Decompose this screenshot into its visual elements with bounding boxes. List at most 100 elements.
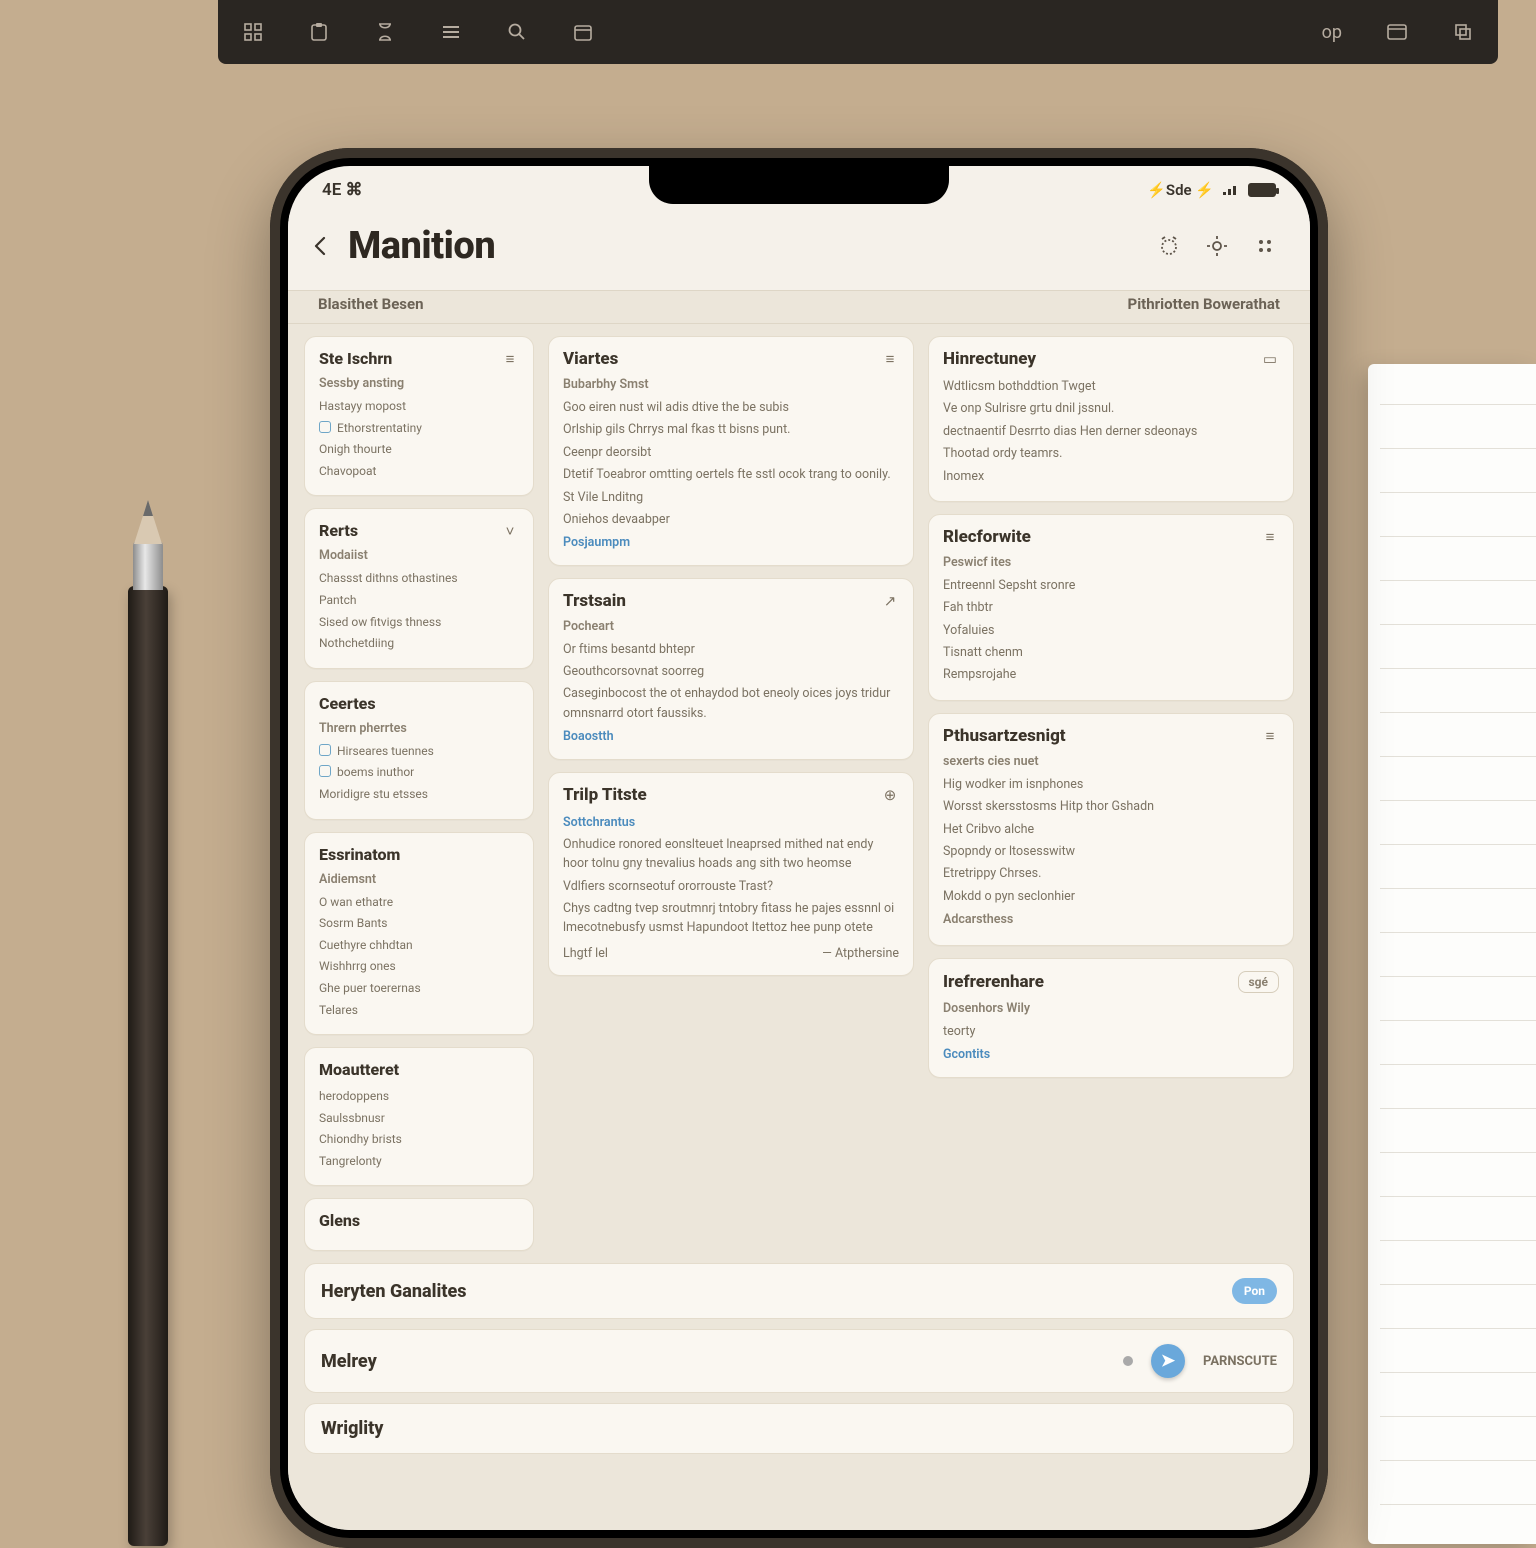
card-subtitle: Pocheart bbox=[563, 619, 899, 634]
card[interactable]: Ste Ischrn≡Sessby anstingHastayy mopostE… bbox=[304, 336, 534, 496]
card-subtitle: Modaiist bbox=[319, 548, 519, 563]
card-link[interactable]: Sottchrantus bbox=[563, 813, 899, 832]
card-line: Worsst skersstosms Hitp thor Gshadn bbox=[943, 797, 1154, 816]
toolbar-calendar-icon[interactable] bbox=[572, 21, 594, 43]
card[interactable]: Rlecforwite≡Peswicf itesEntreennl Sepsht… bbox=[928, 514, 1294, 701]
pill-button[interactable]: Pon bbox=[1232, 1278, 1277, 1304]
card-line: boems inuthor bbox=[337, 763, 414, 782]
card-line: Inomex bbox=[943, 467, 984, 486]
checkbox-icon[interactable] bbox=[319, 765, 331, 777]
card-line: Telares bbox=[319, 1001, 358, 1020]
back-button[interactable] bbox=[308, 233, 334, 259]
card[interactable]: Viartes ≡ Bubarbhy Smst Goo eiren nust wil … bbox=[548, 336, 914, 566]
card[interactable]: Pthusartzesnigt≡sexerts cies nuetHig wod… bbox=[928, 713, 1294, 946]
card-subtitle: Bubarbhy Smst bbox=[563, 377, 899, 392]
card-link[interactable]: Posjaumpm bbox=[563, 533, 899, 552]
card-line: Cuethyre chhdtan bbox=[319, 936, 413, 955]
card-action-icon[interactable]: ≡ bbox=[1261, 528, 1279, 546]
card-subtitle: Thrern pherrtes bbox=[319, 721, 519, 736]
page-title: Manition bbox=[348, 224, 495, 268]
card-body: herodoppensSaulssbnusrChiondhy bristsTan… bbox=[319, 1087, 519, 1170]
card-line: Goo eiren nust wil adis dtive the be sub… bbox=[563, 398, 789, 417]
card-link[interactable]: Gcontits bbox=[943, 1045, 1279, 1064]
card-line: O wan ethatre bbox=[319, 893, 393, 912]
wide-row[interactable]: Heryten GanalitesPon bbox=[304, 1263, 1294, 1319]
wide-row[interactable]: Melrey➤PARNSCUTE bbox=[304, 1329, 1294, 1393]
wide-row[interactable]: Wriglity bbox=[304, 1403, 1294, 1454]
fab-play-icon[interactable]: ➤ bbox=[1151, 1344, 1185, 1378]
card-action-icon[interactable]: ▭ bbox=[1261, 350, 1279, 368]
app-header: Manition bbox=[288, 214, 1310, 290]
card-line: Hirseares tuennes bbox=[337, 742, 434, 761]
card-action-icon[interactable]: ≡ bbox=[1261, 727, 1279, 745]
toolbar-hourglass-icon[interactable] bbox=[374, 21, 396, 43]
card-title: Viartes bbox=[563, 349, 618, 369]
card-line: Onhudice ronored eonslteuet lneaprsed mi… bbox=[563, 835, 899, 874]
card-action-icon[interactable]: ˅ bbox=[501, 522, 519, 540]
card-body: O wan ethatre Sosrm Bants Cuethyre chhdtan… bbox=[319, 893, 519, 1020]
card[interactable]: Glens bbox=[304, 1198, 534, 1251]
card-action-icon[interactable]: ≡ bbox=[501, 350, 519, 368]
phone-frame: 4E ⌘ ⚡Sde ⚡ Manition Blasithet Besen Pit… bbox=[270, 148, 1328, 1548]
card-line: Ghe puer toerernas bbox=[319, 979, 421, 998]
card-subtitle: Aidiemsnt bbox=[319, 872, 519, 887]
card-action-icon[interactable]: ≡ bbox=[881, 350, 899, 368]
card-line: Nothchetdiing bbox=[319, 634, 394, 653]
right-column: Hinrectuney▭Wdtlicsm bothddtion TwgetVe … bbox=[928, 336, 1294, 1251]
card-line: Chassst dithns othastines bbox=[319, 569, 458, 588]
checkbox-icon[interactable] bbox=[319, 744, 331, 756]
card[interactable]: MoautteretherodoppensSaulssbnusrChiondhy… bbox=[304, 1047, 534, 1186]
card-body: Goo eiren nust wil adis dtive the be sub… bbox=[563, 398, 899, 529]
card-line: Tangrelonty bbox=[319, 1152, 382, 1171]
left-column: Ste Ischrn≡Sessby anstingHastayy mopostE… bbox=[304, 336, 534, 1251]
card-line: Or ftims besantd bhtepr bbox=[563, 640, 695, 659]
card-line: Chavopoat bbox=[319, 462, 376, 481]
signal-icon bbox=[1222, 184, 1240, 196]
card-title: Rerts bbox=[319, 521, 358, 540]
card-line: Vdlfiers scornseotuf ororrouste Trast? bbox=[563, 877, 773, 896]
checkbox-icon[interactable] bbox=[319, 421, 331, 433]
toolbar-list-icon[interactable] bbox=[440, 21, 462, 43]
alarm-icon[interactable] bbox=[1152, 229, 1186, 263]
card-line: dectnaentif Desrrto dias Hen derner sdeo… bbox=[943, 422, 1197, 441]
card-line: Entreennl Sepsht sronre bbox=[943, 576, 1075, 595]
toolbar-clipboard-icon[interactable] bbox=[308, 21, 330, 43]
wide-row-title: Wriglity bbox=[321, 1418, 383, 1439]
settings-icon[interactable] bbox=[1248, 229, 1282, 263]
card[interactable]: CeertesThrern pherrtesHirseares tuennesb… bbox=[304, 681, 534, 820]
card[interactable]: IrefrerenharesgéDosenhors WilyteortyGcon… bbox=[928, 958, 1294, 1078]
card[interactable]: Trstsain↗PocheartOr ftims besantd bhtepr… bbox=[548, 578, 914, 760]
card-link[interactable]: Boaostth bbox=[563, 727, 899, 746]
toolbar-duplicate-icon[interactable] bbox=[1452, 21, 1474, 43]
toolbar-search-icon[interactable] bbox=[506, 21, 528, 43]
toolbar-window-icon[interactable] bbox=[1386, 21, 1408, 43]
card-line: herodoppens bbox=[319, 1087, 389, 1106]
card-line: Sosrm Bants bbox=[319, 914, 387, 933]
card-body: Hirseares tuennes boems inuthor Moridigre … bbox=[319, 742, 519, 804]
card-line: Rempsrojahe bbox=[943, 665, 1016, 684]
toolbar-grid-icon[interactable] bbox=[242, 21, 264, 43]
card-subtitle: Dosenhors Wily bbox=[943, 1001, 1279, 1016]
card-line: Pantch bbox=[319, 591, 356, 610]
status-left: 4E ⌘ bbox=[322, 180, 363, 200]
card-action-icon[interactable]: ⊕ bbox=[881, 786, 899, 804]
card-line: Mokdd o pyn seclonhier bbox=[943, 887, 1075, 906]
card-line: Caseginbocost the ot enhaydod bot eneoly… bbox=[563, 684, 899, 723]
card-line: Hastayy mopost bbox=[319, 397, 406, 416]
card[interactable]: EssrinatomAidiemsntO wan ethatreSosrm Ba… bbox=[304, 832, 534, 1036]
card[interactable]: Hinrectuney▭Wdtlicsm bothddtion TwgetVe … bbox=[928, 336, 1294, 502]
card-line: St Vile Lnditng bbox=[563, 488, 643, 507]
wide-row-label: PARNSCUTE bbox=[1203, 1354, 1277, 1369]
card[interactable]: Rerts ˅ Modaiist Chassst dithns othastines P… bbox=[304, 508, 534, 668]
sun-icon[interactable] bbox=[1200, 229, 1234, 263]
main-content[interactable]: Ste Ischrn≡Sessby anstingHastayy mopostE… bbox=[288, 324, 1310, 1530]
card-footer-right: — Atpthersine bbox=[822, 944, 899, 963]
card-line: Thootad ordy teamrs. bbox=[943, 444, 1062, 463]
card[interactable]: Trilp Titste⊕SottchrantusOnhudice ronore… bbox=[548, 772, 914, 977]
card-line: Chiondhy brists bbox=[319, 1130, 402, 1149]
card-action-icon[interactable]: ↗ bbox=[881, 592, 899, 610]
section-right-label: Pithriotten Bowerathat bbox=[1128, 295, 1280, 313]
section-left-label: Blasithet Besen bbox=[318, 295, 424, 313]
card-line: Etretrippy Chrses. bbox=[943, 864, 1041, 883]
card-line: Moridigre stu etsses bbox=[319, 785, 428, 804]
